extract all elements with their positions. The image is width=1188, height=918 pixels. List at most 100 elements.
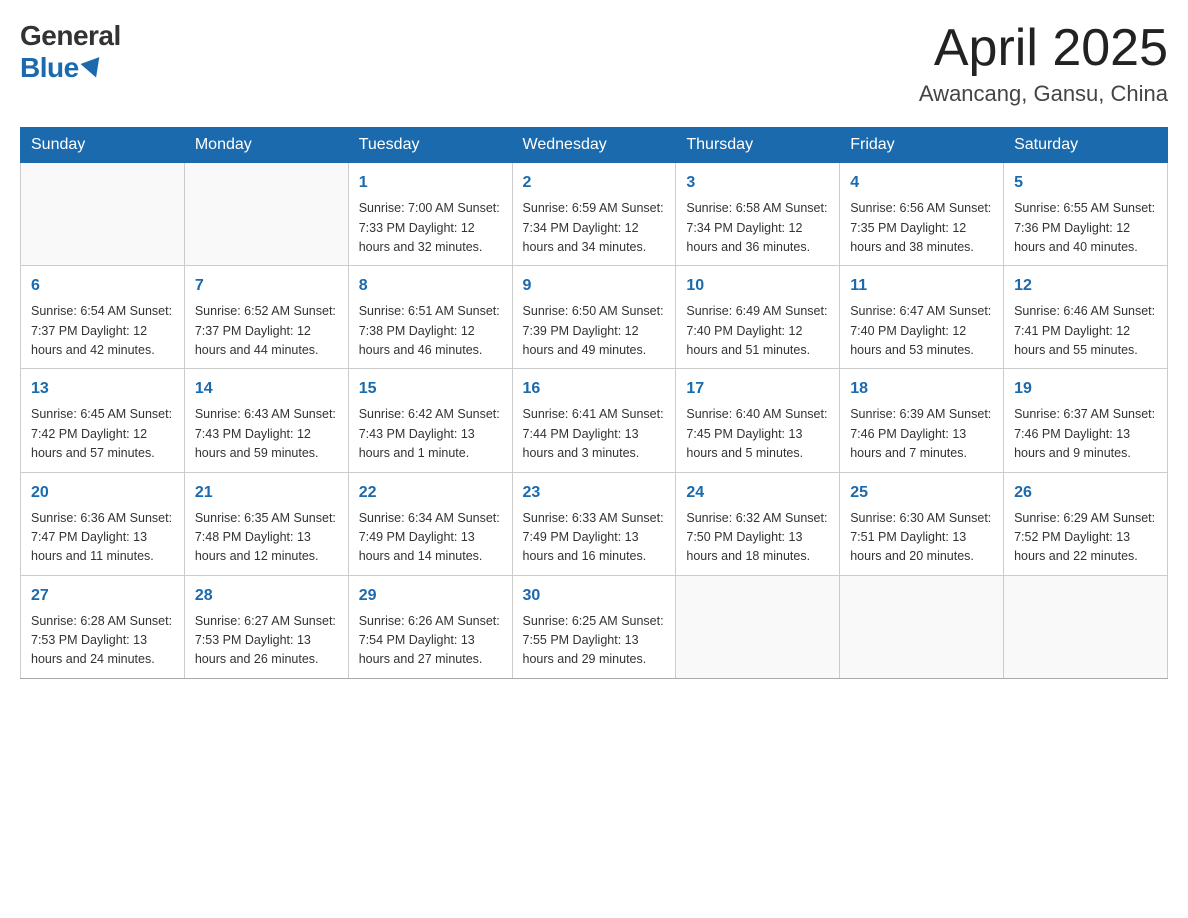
calendar-cell: 17 Sunrise: 6:40 AM Sunset: 7:45 PM Dayli… <box>676 369 840 472</box>
calendar-cell: 30Sunrise: 6:25 AM Sunset: 7:55 PM Dayli… <box>512 575 676 678</box>
day-info: Sunrise: 6:37 AM Sunset: 7:46 PM Dayligh… <box>1014 405 1157 463</box>
day-number: 7 <box>195 274 338 298</box>
day-number: 1 <box>359 171 502 195</box>
calendar-cell: 23Sunrise: 6:33 AM Sunset: 7:49 PM Dayli… <box>512 472 676 575</box>
day-number: 26 <box>1014 481 1157 505</box>
day-info: Sunrise: 6:36 AM Sunset: 7:47 PM Dayligh… <box>31 509 174 567</box>
day-number: 5 <box>1014 171 1157 195</box>
calendar-cell: 12 Sunrise: 6:46 AM Sunset: 7:41 PM Dayli… <box>1004 266 1168 369</box>
calendar-cell: 1 Sunrise: 7:00 AM Sunset: 7:33 PM Daylig… <box>348 163 512 266</box>
day-info: Sunrise: 6:56 AM Sunset: 7:35 PM Dayligh… <box>850 199 993 257</box>
calendar-cell: 27Sunrise: 6:28 AM Sunset: 7:53 PM Dayli… <box>21 575 185 678</box>
calendar-cell: 29 Sunrise: 6:26 AM Sunset: 7:54 PM Dayli… <box>348 575 512 678</box>
day-info: Sunrise: 6:26 AM Sunset: 7:54 PM Dayligh… <box>359 612 502 670</box>
day-info: Sunrise: 7:00 AM Sunset: 7:33 PM Dayligh… <box>359 199 502 257</box>
day-info: Sunrise: 6:42 AM Sunset: 7:43 PM Dayligh… <box>359 405 502 463</box>
day-number: 30 <box>523 584 666 608</box>
column-header-wednesday: Wednesday <box>512 128 676 163</box>
day-number: 29 <box>359 584 502 608</box>
day-info: Sunrise: 6:45 AM Sunset: 7:42 PM Dayligh… <box>31 405 174 463</box>
day-info: Sunrise: 6:49 AM Sunset: 7:40 PM Dayligh… <box>686 302 829 360</box>
day-info: Sunrise: 6:47 AM Sunset: 7:40 PM Dayligh… <box>850 302 993 360</box>
logo-blue-text: Blue <box>20 52 103 84</box>
calendar-cell: 5 Sunrise: 6:55 AM Sunset: 7:36 PM Daylig… <box>1004 163 1168 266</box>
column-header-friday: Friday <box>840 128 1004 163</box>
day-number: 8 <box>359 274 502 298</box>
logo-triangle-icon <box>80 57 105 81</box>
calendar-cell: 25 Sunrise: 6:30 AM Sunset: 7:51 PM Dayli… <box>840 472 1004 575</box>
logo: General Blue <box>20 20 121 84</box>
calendar-cell: 3Sunrise: 6:58 AM Sunset: 7:34 PM Daylig… <box>676 163 840 266</box>
calendar-week-row: 6 Sunrise: 6:54 AM Sunset: 7:37 PM Daylig… <box>21 266 1168 369</box>
calendar-cell <box>21 163 185 266</box>
day-info: Sunrise: 6:30 AM Sunset: 7:51 PM Dayligh… <box>850 509 993 567</box>
day-info: Sunrise: 6:27 AM Sunset: 7:53 PM Dayligh… <box>195 612 338 670</box>
calendar-cell: 15 Sunrise: 6:42 AM Sunset: 7:43 PM Dayli… <box>348 369 512 472</box>
day-number: 2 <box>523 171 666 195</box>
day-number: 28 <box>195 584 338 608</box>
calendar-cell: 24 Sunrise: 6:32 AM Sunset: 7:50 PM Dayli… <box>676 472 840 575</box>
day-info: Sunrise: 6:41 AM Sunset: 7:44 PM Dayligh… <box>523 405 666 463</box>
calendar-week-row: 1 Sunrise: 7:00 AM Sunset: 7:33 PM Daylig… <box>21 163 1168 266</box>
day-number: 24 <box>686 481 829 505</box>
day-number: 6 <box>31 274 174 298</box>
calendar-cell: 4 Sunrise: 6:56 AM Sunset: 7:35 PM Daylig… <box>840 163 1004 266</box>
column-header-saturday: Saturday <box>1004 128 1168 163</box>
calendar-week-row: 13 Sunrise: 6:45 AM Sunset: 7:42 PM Dayli… <box>21 369 1168 472</box>
calendar-cell: 8 Sunrise: 6:51 AM Sunset: 7:38 PM Daylig… <box>348 266 512 369</box>
day-info: Sunrise: 6:46 AM Sunset: 7:41 PM Dayligh… <box>1014 302 1157 360</box>
calendar-cell: 13 Sunrise: 6:45 AM Sunset: 7:42 PM Dayli… <box>21 369 185 472</box>
column-header-monday: Monday <box>184 128 348 163</box>
day-info: Sunrise: 6:32 AM Sunset: 7:50 PM Dayligh… <box>686 509 829 567</box>
day-info: Sunrise: 6:59 AM Sunset: 7:34 PM Dayligh… <box>523 199 666 257</box>
day-number: 22 <box>359 481 502 505</box>
day-number: 4 <box>850 171 993 195</box>
column-header-tuesday: Tuesday <box>348 128 512 163</box>
column-header-thursday: Thursday <box>676 128 840 163</box>
day-info: Sunrise: 6:54 AM Sunset: 7:37 PM Dayligh… <box>31 302 174 360</box>
calendar-cell: 18 Sunrise: 6:39 AM Sunset: 7:46 PM Dayli… <box>840 369 1004 472</box>
day-info: Sunrise: 6:29 AM Sunset: 7:52 PM Dayligh… <box>1014 509 1157 567</box>
day-info: Sunrise: 6:39 AM Sunset: 7:46 PM Dayligh… <box>850 405 993 463</box>
calendar-cell <box>676 575 840 678</box>
calendar-cell: 14Sunrise: 6:43 AM Sunset: 7:43 PM Dayli… <box>184 369 348 472</box>
day-info: Sunrise: 6:55 AM Sunset: 7:36 PM Dayligh… <box>1014 199 1157 257</box>
column-header-sunday: Sunday <box>21 128 185 163</box>
day-number: 25 <box>850 481 993 505</box>
day-number: 20 <box>31 481 174 505</box>
day-info: Sunrise: 6:34 AM Sunset: 7:49 PM Dayligh… <box>359 509 502 567</box>
month-title: April 2025 <box>919 20 1168 77</box>
calendar-cell <box>840 575 1004 678</box>
calendar-cell: 11 Sunrise: 6:47 AM Sunset: 7:40 PM Dayli… <box>840 266 1004 369</box>
calendar-cell: 16 Sunrise: 6:41 AM Sunset: 7:44 PM Dayli… <box>512 369 676 472</box>
day-number: 18 <box>850 377 993 401</box>
calendar-header-row: SundayMondayTuesdayWednesdayThursdayFrid… <box>21 128 1168 163</box>
day-number: 13 <box>31 377 174 401</box>
day-number: 11 <box>850 274 993 298</box>
calendar-cell: 6 Sunrise: 6:54 AM Sunset: 7:37 PM Daylig… <box>21 266 185 369</box>
calendar-cell: 2 Sunrise: 6:59 AM Sunset: 7:34 PM Daylig… <box>512 163 676 266</box>
calendar-cell <box>184 163 348 266</box>
day-info: Sunrise: 6:43 AM Sunset: 7:43 PM Dayligh… <box>195 405 338 463</box>
day-number: 21 <box>195 481 338 505</box>
day-number: 19 <box>1014 377 1157 401</box>
calendar-cell: 22 Sunrise: 6:34 AM Sunset: 7:49 PM Dayli… <box>348 472 512 575</box>
page-header: General Blue April 2025 Awancang, Gansu,… <box>20 20 1168 107</box>
day-number: 9 <box>523 274 666 298</box>
calendar-cell: 19 Sunrise: 6:37 AM Sunset: 7:46 PM Dayli… <box>1004 369 1168 472</box>
calendar-cell <box>1004 575 1168 678</box>
day-info: Sunrise: 6:50 AM Sunset: 7:39 PM Dayligh… <box>523 302 666 360</box>
calendar-cell: 10Sunrise: 6:49 AM Sunset: 7:40 PM Dayli… <box>676 266 840 369</box>
day-number: 12 <box>1014 274 1157 298</box>
day-number: 15 <box>359 377 502 401</box>
title-area: April 2025 Awancang, Gansu, China <box>919 20 1168 107</box>
day-info: Sunrise: 6:51 AM Sunset: 7:38 PM Dayligh… <box>359 302 502 360</box>
day-number: 16 <box>523 377 666 401</box>
calendar-table: SundayMondayTuesdayWednesdayThursdayFrid… <box>20 127 1168 679</box>
calendar-cell: 21Sunrise: 6:35 AM Sunset: 7:48 PM Dayli… <box>184 472 348 575</box>
day-number: 17 <box>686 377 829 401</box>
calendar-cell: 7Sunrise: 6:52 AM Sunset: 7:37 PM Daylig… <box>184 266 348 369</box>
calendar-week-row: 20 Sunrise: 6:36 AM Sunset: 7:47 PM Dayli… <box>21 472 1168 575</box>
calendar-week-row: 27Sunrise: 6:28 AM Sunset: 7:53 PM Dayli… <box>21 575 1168 678</box>
day-info: Sunrise: 6:40 AM Sunset: 7:45 PM Dayligh… <box>686 405 829 463</box>
